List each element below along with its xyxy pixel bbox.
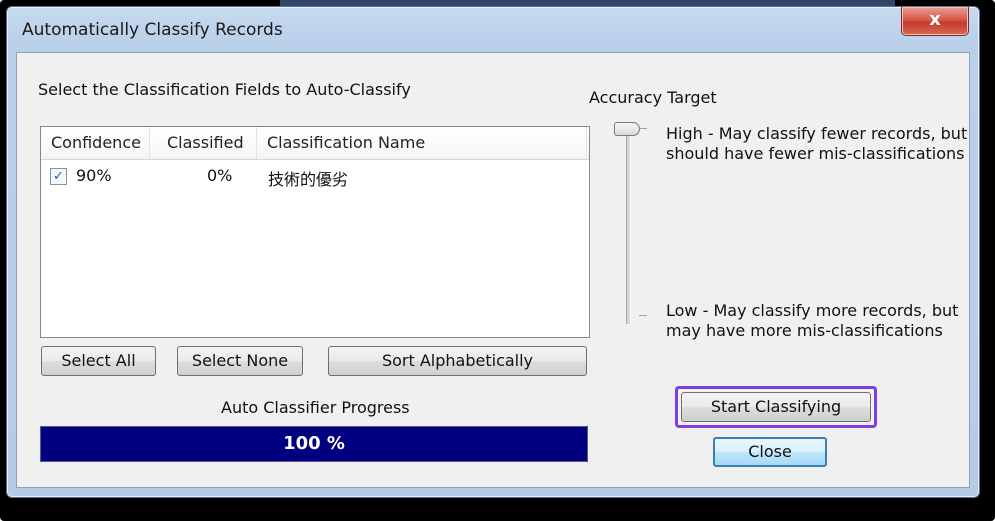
accuracy-slider-thumb[interactable] (614, 122, 640, 136)
row-checkbox[interactable]: ✓ (50, 168, 67, 185)
dialog-title: Automatically Classify Records (22, 20, 283, 40)
slider-tick-bottom (639, 315, 647, 316)
fields-heading: Select the Classification Fields to Auto… (38, 80, 411, 99)
check-icon: ✓ (53, 169, 64, 184)
progress-percent: 100 % (283, 433, 345, 454)
classification-fields-list[interactable]: Confidence Classified Classification Nam… (40, 126, 590, 338)
slider-tick-top (639, 128, 647, 129)
select-all-button[interactable]: Select All (41, 346, 156, 376)
progress-bar: 100 % (40, 426, 588, 462)
progress-label: Auto Classifier Progress (221, 398, 410, 417)
column-header-confidence[interactable]: Confidence (41, 127, 150, 159)
accuracy-slider-track[interactable] (626, 128, 631, 324)
dialog-body: Select the Classification Fields to Auto… (16, 52, 970, 488)
column-header-classification-name[interactable]: Classification Name (257, 127, 587, 159)
window-close-button[interactable]: x (901, 7, 969, 36)
row-classified: 0% (207, 166, 233, 185)
list-item[interactable]: ✓ 90% 0% 技術的優劣 (41, 164, 589, 189)
row-classification-name: 技術的優劣 (268, 170, 349, 189)
title-bar[interactable]: Automatically Classify Records x (7, 7, 979, 47)
high-line-1: High - May classify fewer records, but (666, 124, 968, 143)
row-confidence: 90% (76, 166, 112, 185)
high-description: High - May classify fewer records, but s… (666, 124, 967, 164)
low-line-1: Low - May classify more records, but (666, 301, 959, 320)
sort-alphabetically-button[interactable]: Sort Alphabetically (328, 346, 587, 376)
start-classifying-button[interactable]: Start Classifying (681, 392, 871, 422)
column-header-classified[interactable]: Classified (150, 127, 257, 159)
list-header: Confidence Classified Classification Nam… (41, 127, 589, 160)
accuracy-heading: Accuracy Target (589, 88, 717, 107)
close-button[interactable]: Close (713, 437, 827, 467)
high-line-2: should have fewer mis-classifications (666, 144, 965, 163)
low-line-2: may have more mis-classifications (666, 321, 943, 340)
classify-dialog: Automatically Classify Records x Select … (6, 6, 980, 498)
low-description: Low - May classify more records, but may… (666, 301, 958, 341)
close-icon: x (929, 9, 941, 30)
select-none-button[interactable]: Select None (177, 346, 303, 376)
